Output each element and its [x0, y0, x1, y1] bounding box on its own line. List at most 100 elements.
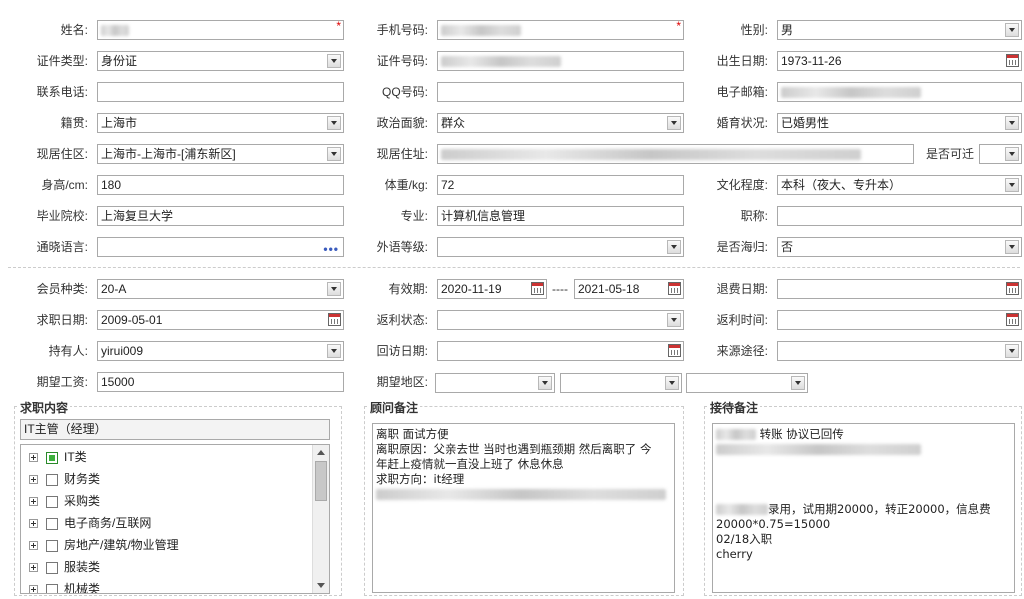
tree-item-machinery[interactable]: 机械类	[29, 578, 100, 593]
email-field[interactable]	[777, 82, 1022, 102]
marital-value: 已婚男性	[781, 116, 830, 130]
tree-item-ecommerce[interactable]: 电子商务/互联网	[29, 512, 151, 534]
expand-icon[interactable]	[29, 541, 38, 551]
chevron-down-icon[interactable]	[1005, 178, 1019, 192]
job-date-label: 求职日期:	[36, 313, 88, 327]
validity-to-field[interactable]: 2021-05-18	[574, 279, 684, 299]
education-select[interactable]: 本科（夜大、专升本）	[777, 175, 1022, 195]
advisor-notes-textarea[interactable]: 离职 面试方便 离职原因：父亲去世 当时也遇到瓶颈期 然后离职了 今 年赶上疫情…	[372, 423, 675, 593]
chevron-down-icon[interactable]	[327, 344, 341, 358]
rebate-status-select[interactable]	[437, 310, 684, 330]
chevron-down-icon[interactable]	[667, 240, 681, 254]
job-category-tree[interactable]: IT类 财务类 采购类 电子商务/互联网 房地产/建筑/物业管理 服装类 机械类	[20, 444, 330, 594]
calendar-icon[interactable]	[531, 282, 544, 295]
region-province-select[interactable]	[435, 373, 555, 393]
major-field[interactable]: 计算机信息管理	[437, 206, 684, 226]
checkbox-icon[interactable]	[46, 583, 58, 593]
validity-from-field[interactable]: 2020-11-19	[437, 279, 547, 299]
foreign-level-select[interactable]	[437, 237, 684, 257]
tree-item-apparel[interactable]: 服装类	[29, 556, 100, 578]
chevron-down-icon[interactable]	[327, 147, 341, 161]
chevron-down-icon[interactable]	[665, 376, 679, 390]
salary-field[interactable]: 15000	[97, 372, 344, 392]
more-options-icon[interactable]: •••	[323, 240, 339, 256]
chevron-down-icon[interactable]	[1005, 344, 1019, 358]
expand-icon[interactable]	[29, 475, 38, 485]
tree-item-it[interactable]: IT类	[29, 446, 87, 468]
residence-select[interactable]: 上海市-上海市-[浦东新区]	[97, 144, 344, 164]
chevron-down-icon[interactable]	[538, 376, 552, 390]
name-field[interactable]: *	[97, 20, 344, 40]
email-redacted	[781, 87, 921, 99]
rebate-time-field[interactable]	[777, 310, 1022, 330]
title-field[interactable]	[777, 206, 1022, 226]
checkbox-icon[interactable]	[46, 517, 58, 530]
chevron-down-icon[interactable]	[1005, 240, 1019, 254]
checkbox-icon[interactable]	[46, 539, 58, 552]
checkbox-icon[interactable]	[46, 495, 58, 508]
address-field[interactable]	[437, 144, 914, 164]
phone-field[interactable]	[97, 82, 344, 102]
chevron-down-icon[interactable]	[667, 313, 681, 327]
expand-icon[interactable]	[29, 563, 38, 573]
qq-field[interactable]	[437, 82, 684, 102]
scroll-thumb[interactable]	[315, 461, 327, 501]
chevron-down-icon[interactable]	[667, 116, 681, 130]
member-type-select[interactable]: 20-A	[97, 279, 344, 299]
calendar-icon[interactable]	[1006, 282, 1019, 295]
job-selected-field[interactable]: IT主管（经理）	[20, 419, 330, 440]
chevron-down-icon[interactable]	[327, 116, 341, 130]
expand-icon[interactable]	[29, 497, 38, 507]
chevron-down-icon[interactable]	[791, 376, 805, 390]
validity-from-value: 2020-11-19	[441, 282, 502, 296]
expand-icon[interactable]	[29, 453, 38, 463]
source-select[interactable]	[777, 341, 1022, 361]
school-field[interactable]: 上海复旦大学	[97, 206, 344, 226]
gender-select[interactable]: 男	[777, 20, 1022, 40]
chevron-down-icon[interactable]	[327, 54, 341, 68]
chevron-down-icon[interactable]	[327, 282, 341, 296]
expand-icon[interactable]	[29, 519, 38, 529]
chevron-down-icon[interactable]	[1005, 116, 1019, 130]
available-select[interactable]	[979, 144, 1022, 164]
job-date-field[interactable]: 2009-05-01	[97, 310, 344, 330]
tree-item-finance[interactable]: 财务类	[29, 468, 100, 490]
refund-date-label: 退费日期:	[716, 282, 768, 296]
political-select[interactable]: 群众	[437, 113, 684, 133]
region-city-select[interactable]	[560, 373, 682, 393]
weight-field[interactable]: 72	[437, 175, 684, 195]
calendar-icon[interactable]	[1006, 54, 1019, 67]
chevron-down-icon[interactable]	[1005, 23, 1019, 37]
height-field[interactable]: 180	[97, 175, 344, 195]
job-content-title: 求职内容	[18, 399, 71, 416]
calendar-icon[interactable]	[668, 344, 681, 357]
chevron-down-icon[interactable]	[1005, 147, 1019, 161]
mobile-redacted	[441, 25, 521, 37]
mobile-field[interactable]: *	[437, 20, 684, 40]
expand-icon[interactable]	[29, 585, 38, 593]
returnee-select[interactable]: 否	[777, 237, 1022, 257]
checkbox-icon[interactable]	[46, 473, 58, 486]
visit-date-field[interactable]	[437, 341, 684, 361]
scroll-up-icon[interactable]	[317, 450, 325, 455]
calendar-icon[interactable]	[328, 313, 341, 326]
reception-notes-textarea[interactable]: 转账 协议已回传 录用，试用期20000，转正20000，信息费 20000*0…	[712, 423, 1015, 593]
holder-select[interactable]: yirui009	[97, 341, 344, 361]
id-number-field[interactable]	[437, 51, 684, 71]
tree-item-realestate[interactable]: 房地产/建筑/物业管理	[29, 534, 179, 556]
id-type-select[interactable]: 身份证	[97, 51, 344, 71]
tree-item-purchasing[interactable]: 采购类	[29, 490, 100, 512]
calendar-icon[interactable]	[668, 282, 681, 295]
region-district-select[interactable]	[686, 373, 808, 393]
tree-scrollbar[interactable]	[312, 445, 329, 593]
birth-date-field[interactable]: 1973-11-26	[777, 51, 1022, 71]
native-select[interactable]: 上海市	[97, 113, 344, 133]
checkbox-checked-icon[interactable]	[46, 451, 58, 464]
reception-note-line: cherry	[716, 547, 753, 561]
marital-select[interactable]: 已婚男性	[777, 113, 1022, 133]
checkbox-icon[interactable]	[46, 561, 58, 574]
refund-date-field[interactable]	[777, 279, 1022, 299]
language-field[interactable]: •••	[97, 237, 344, 257]
scroll-down-icon[interactable]	[317, 583, 325, 588]
calendar-icon[interactable]	[1006, 313, 1019, 326]
